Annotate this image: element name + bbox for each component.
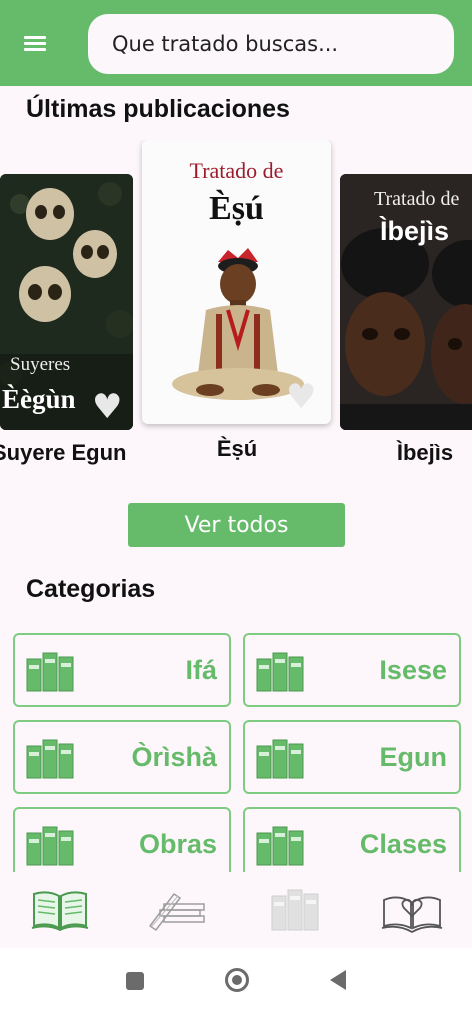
favorite-heart-icon[interactable]: ♥ <box>286 380 316 414</box>
see-all-button[interactable]: Ver todos <box>128 503 345 547</box>
book-card-ibejis[interactable]: Tratado de Ìbejìs Ìbejìs <box>340 140 472 470</box>
back-icon[interactable] <box>330 970 346 990</box>
category-isese[interactable]: Isese <box>243 633 461 707</box>
cover-title: Ìbejìs <box>380 216 450 246</box>
category-label: Clases <box>359 829 447 859</box>
books-icon <box>256 739 304 779</box>
books-icon <box>26 826 74 866</box>
categories-title: Categorias <box>26 575 156 603</box>
cover-subtitle: Tratado de <box>189 158 284 183</box>
latest-carousel[interactable]: Suyeres Èègùn ♥ Suyere Egun Tratado de È… <box>0 140 472 480</box>
app-bar <box>0 0 472 86</box>
latest-title: Últimas publicaciones <box>26 95 290 123</box>
category-egun[interactable]: Egun <box>243 720 461 794</box>
twins-image <box>340 174 472 430</box>
category-obras[interactable]: Obras <box>13 807 231 881</box>
bottom-navigation <box>0 872 472 948</box>
book-cover: Tratado de Èṣú ♥ <box>142 140 331 424</box>
category-label: Isese <box>379 655 447 685</box>
book-cover: Suyeres Èègùn ♥ <box>0 174 133 430</box>
recents-icon[interactable] <box>126 972 144 990</box>
category-clases[interactable]: Clases <box>243 807 461 881</box>
cover-title: Èègùn <box>2 384 76 414</box>
category-label: Egun <box>379 742 448 772</box>
search-bar[interactable] <box>88 14 454 74</box>
book-card-suyere-egun[interactable]: Suyeres Èègùn ♥ Suyere Egun <box>0 140 140 470</box>
home-icon[interactable] <box>225 968 249 992</box>
books-icon <box>26 739 74 779</box>
cover-title: Èṣú <box>209 190 264 227</box>
nav-book-heart-icon[interactable] <box>380 886 444 934</box>
search-input[interactable] <box>88 14 454 74</box>
category-label: Ifá <box>185 655 217 685</box>
books-icon <box>256 826 304 866</box>
book-caption: Suyere Egun <box>0 440 127 465</box>
category-orisha[interactable]: Òrìshà <box>13 720 231 794</box>
books-icon <box>26 652 74 692</box>
category-ifa[interactable]: Ifá <box>13 633 231 707</box>
books-icon <box>256 652 304 692</box>
book-card-esu[interactable]: Tratado de Èṣú ♥ Èṣú <box>142 140 332 470</box>
favorite-heart-icon[interactable]: ♥ <box>92 390 122 424</box>
cover-subtitle: Suyeres <box>10 354 71 375</box>
book-cover: Tratado de Ìbejìs <box>340 174 472 430</box>
system-navigation-bar <box>0 948 472 1024</box>
category-label: Òrìshà <box>131 742 217 772</box>
cover-subtitle: Tratado de <box>374 188 460 210</box>
menu-icon[interactable] <box>20 33 50 57</box>
book-caption: Ìbejìs <box>396 440 454 465</box>
nav-pen-and-papers-icon[interactable] <box>144 886 208 934</box>
nav-books-shelf-icon[interactable] <box>262 886 326 934</box>
category-label: Obras <box>138 829 217 859</box>
book-caption: Èṣú <box>216 436 258 461</box>
nav-open-book-icon[interactable] <box>28 886 92 934</box>
